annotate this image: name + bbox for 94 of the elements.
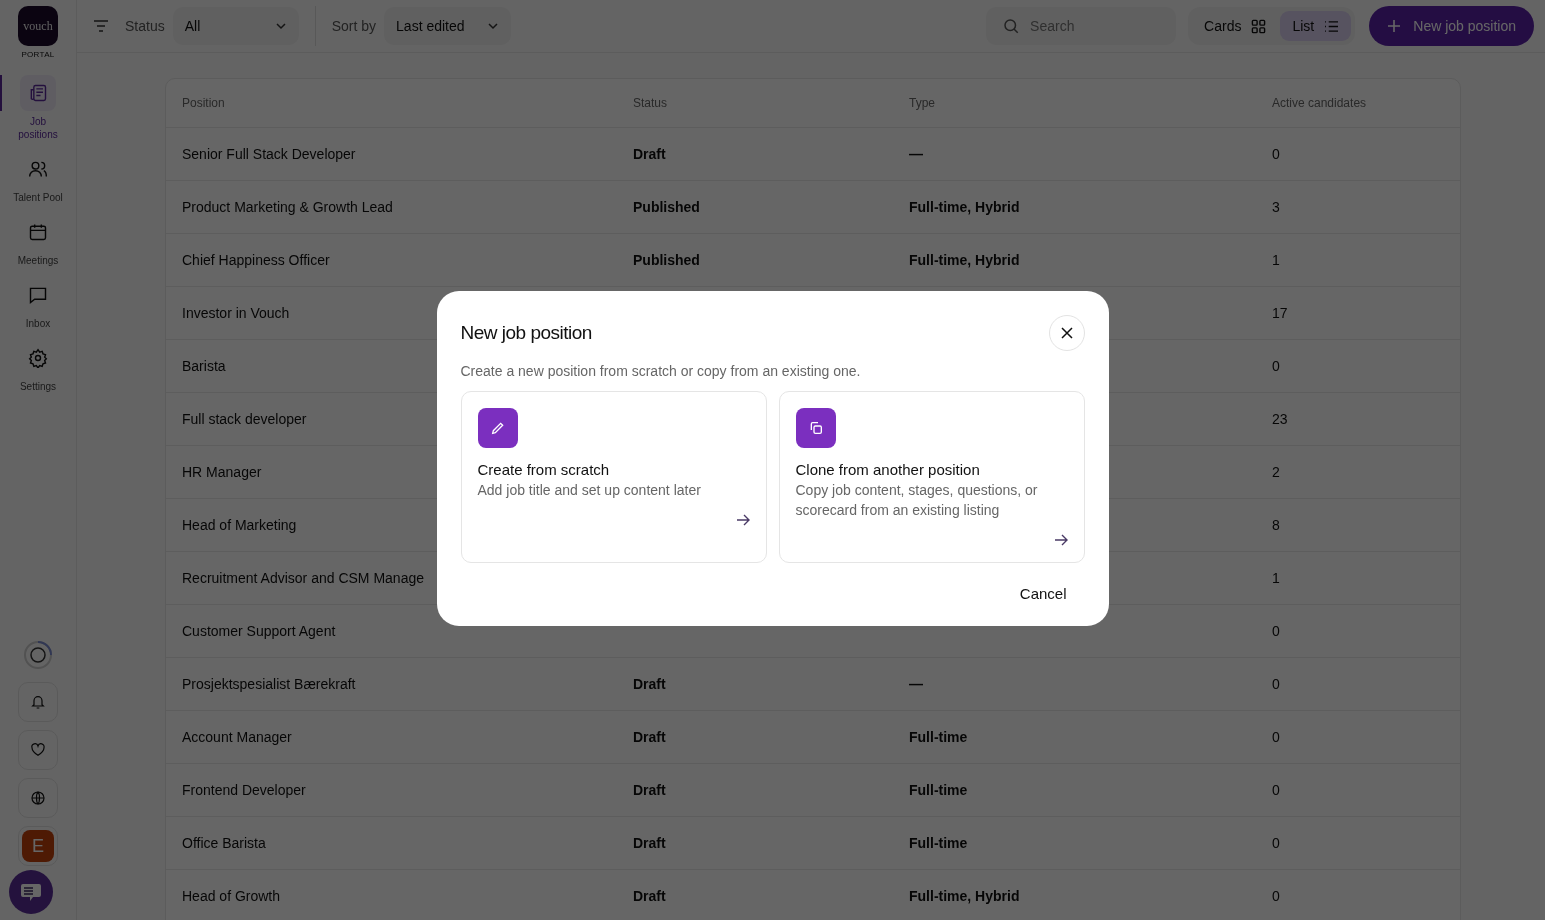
- sort-label: Sort by: [331, 18, 377, 34]
- bell-icon: [30, 694, 46, 710]
- candidates-cell-text: 0: [1272, 729, 1281, 745]
- status-cell: Draft: [633, 676, 666, 692]
- status-cell: Draft: [633, 146, 666, 162]
- chat-icon: [28, 285, 48, 305]
- status-cell: Draft: [633, 729, 666, 745]
- position-cell: Head of Marketing: [182, 517, 297, 533]
- position-cell: Prosjektspesialist Bærekraft: [182, 676, 356, 692]
- status-cell: Draft: [633, 782, 666, 798]
- chat-support-button[interactable]: [9, 870, 53, 914]
- type-cell: —: [909, 676, 923, 692]
- position-cell: Head of Growth: [182, 888, 281, 904]
- calendar-icon: [28, 222, 48, 242]
- candidates-cell-text: 1: [1272, 570, 1281, 586]
- candidates-cell-text: 2: [1272, 464, 1281, 480]
- document-icon: [28, 83, 48, 103]
- settings-icon: [28, 348, 48, 368]
- candidates-cell-text: 0: [1272, 676, 1281, 692]
- candidates-cell-text: 8: [1272, 517, 1281, 533]
- type-cell: Full-time, Hybrid: [909, 252, 1020, 268]
- candidates-cell-text: 0: [1272, 623, 1281, 639]
- position-cell: Office Barista: [182, 835, 266, 851]
- close-button[interactable]: [1048, 315, 1085, 351]
- type-cell: Full-time, Hybrid: [909, 199, 1020, 215]
- type-cell: Full-time, Hybrid: [909, 888, 1020, 904]
- cancel-button[interactable]: Cancel: [1001, 581, 1085, 606]
- candidates-cell-text: 3: [1272, 199, 1281, 215]
- type-cell: Full-time: [909, 782, 968, 798]
- sidebar-item[interactable]: Job positions: [0, 75, 76, 141]
- position-cell: Barista: [182, 358, 226, 374]
- notifications-button[interactable]: [18, 682, 58, 722]
- logo-caption: PORTAL: [21, 50, 55, 59]
- candidates-cell-text: 0: [1272, 146, 1281, 162]
- view-tab[interactable]: List: [1280, 11, 1352, 41]
- arrow-right-icon: [1053, 534, 1068, 546]
- list-icon: [1324, 19, 1340, 33]
- pencil-icon: [489, 420, 506, 436]
- position-cell: HR Manager: [182, 464, 262, 480]
- dialog-title: New job position: [460, 322, 592, 344]
- sidebar-item[interactable]: Inbox: [0, 277, 76, 330]
- candidates-cell-text: 0: [1272, 358, 1281, 374]
- status-cell: Draft: [633, 835, 666, 851]
- status-cell: Published: [633, 252, 700, 268]
- option-card[interactable]: Create from scratch Add job title and set up content later: [460, 391, 767, 563]
- sidebar-item[interactable]: Meetings: [0, 214, 76, 267]
- position-cell: Customer Support Agent: [182, 623, 336, 639]
- chevron-down-icon: [274, 22, 287, 30]
- position-cell: Chief Happiness Officer: [182, 252, 330, 268]
- column-header: Position: [182, 96, 226, 110]
- filter-icon: [93, 19, 109, 33]
- globe-icon: [30, 790, 46, 806]
- people-icon: [28, 159, 48, 179]
- language-button[interactable]: [18, 778, 58, 818]
- logo-icon: vouch: [18, 6, 58, 46]
- grid-icon: [1251, 18, 1267, 34]
- view-tab[interactable]: Cards: [1192, 11, 1279, 41]
- candidates-cell-text: 0: [1272, 782, 1281, 798]
- position-cell: Account Manager: [182, 729, 292, 745]
- type-cell: —: [909, 146, 923, 162]
- search-icon: [1002, 17, 1021, 35]
- sort-dropdown[interactable]: Last edited: [384, 7, 512, 45]
- position-cell: Frontend Developer: [182, 782, 306, 798]
- candidates-cell-text: 23: [1272, 411, 1289, 427]
- option-card[interactable]: Clone from another position Copy job content, stages, questions, or scorecard from an existing listing: [778, 391, 1085, 563]
- new-job-position-button[interactable]: New job position: [1369, 6, 1534, 46]
- avatar-button[interactable]: E: [18, 826, 58, 866]
- close-icon: [1060, 327, 1073, 339]
- candidates-cell-text: 0: [1272, 835, 1281, 851]
- candidates-cell-text: 17: [1272, 305, 1289, 321]
- position-cell: Senior Full Stack Developer: [182, 146, 356, 162]
- status-cell: Published: [633, 199, 700, 215]
- plus-icon: [1387, 19, 1402, 33]
- column-header: Active candidates: [1272, 96, 1368, 110]
- favorites-button[interactable]: [18, 730, 58, 770]
- status-cell: Draft: [633, 888, 666, 904]
- sidebar-item[interactable]: Settings: [0, 340, 76, 393]
- status-label: Status: [125, 18, 165, 34]
- candidates-cell-text: 1: [1272, 252, 1281, 268]
- position-cell: Full stack developer: [182, 411, 307, 427]
- type-cell: Full-time: [909, 729, 968, 745]
- column-header: Type: [909, 96, 936, 110]
- column-header: Status: [633, 96, 669, 110]
- arrow-right-icon: [735, 514, 750, 526]
- sidebar-item[interactable]: Talent Pool: [0, 151, 76, 204]
- chevron-down-icon: [487, 22, 500, 30]
- candidates-cell-text: 0: [1272, 888, 1281, 904]
- heart-icon: [30, 742, 46, 758]
- status-dropdown[interactable]: All: [172, 7, 299, 45]
- position-cell: Recruitment Advisor and CSM Manage: [182, 570, 424, 586]
- type-cell: Full-time: [909, 835, 968, 851]
- dialog-subtitle: Create a new position from scratch or copy from an existing one.: [460, 363, 862, 379]
- position-cell: Investor in Vouch: [182, 305, 290, 321]
- position-cell: Product Marketing & Growth Lead: [182, 199, 393, 215]
